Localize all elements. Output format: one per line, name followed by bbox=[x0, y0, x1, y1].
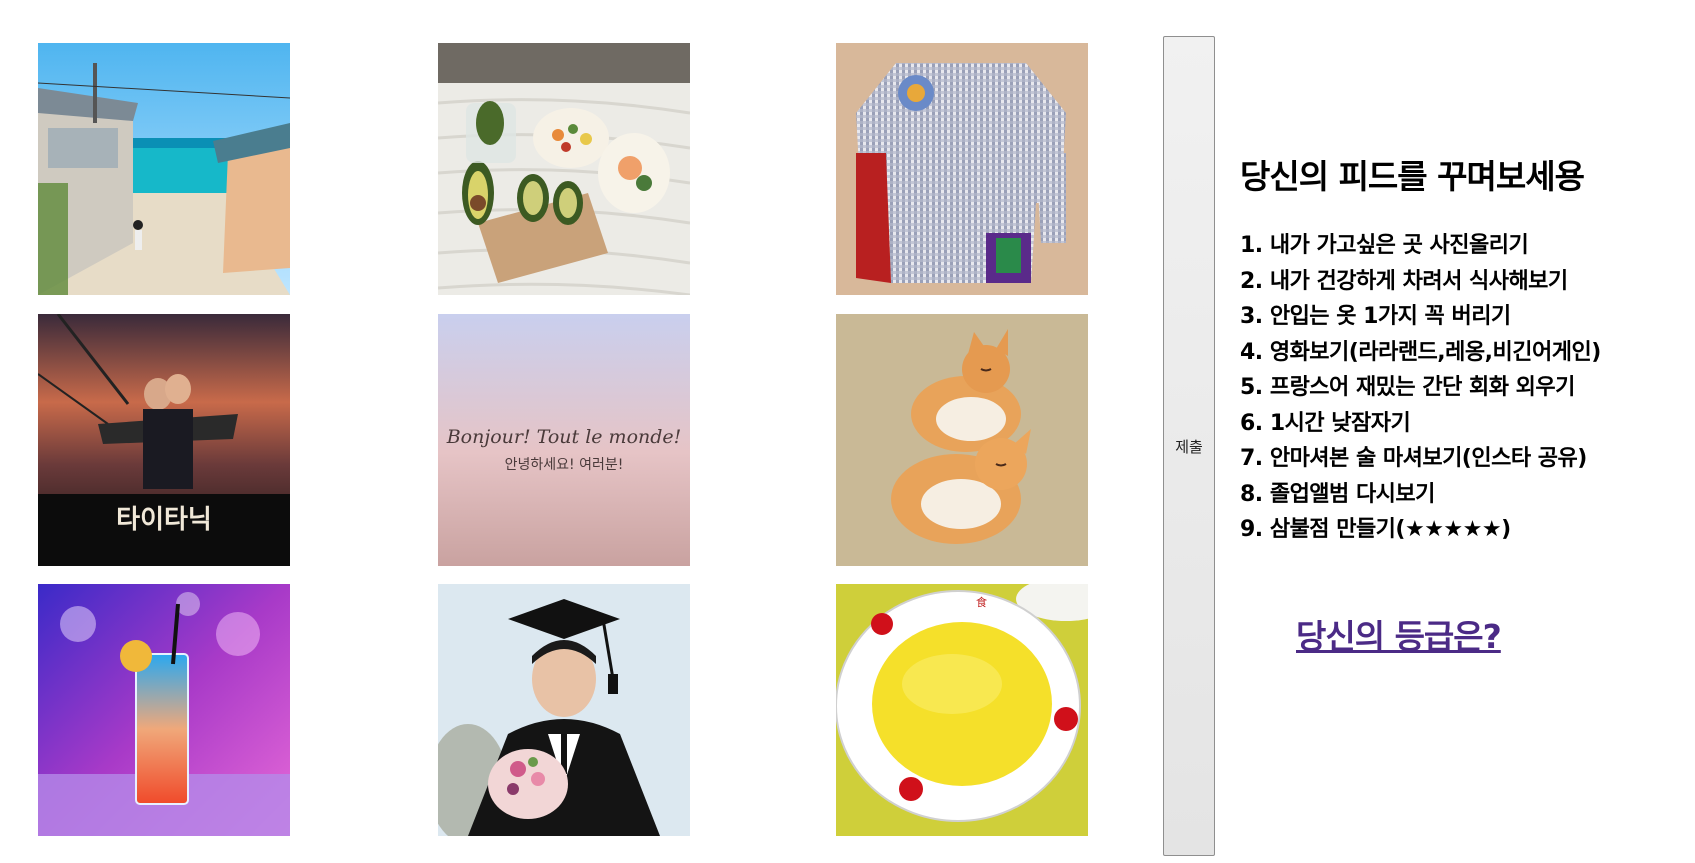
task-item: 4. 영화보기(라라랜드,레옹,비긴어게인) bbox=[1240, 339, 1601, 365]
sleeping-kittens-photo[interactable] bbox=[836, 314, 1088, 566]
beach-village-photo[interactable] bbox=[38, 43, 290, 295]
submit-button[interactable]: 제출 bbox=[1163, 36, 1215, 856]
pastel-greeting-card[interactable]: Bonjour! Tout le monde! 안녕하세요! 여러분! bbox=[438, 314, 690, 566]
titanic-poster-photo[interactable]: 타이타닉 bbox=[38, 314, 290, 566]
svg-text:食: 食 bbox=[976, 595, 987, 609]
poster-title: 타이타닉 bbox=[116, 505, 212, 535]
avocado-meal-photo[interactable] bbox=[438, 43, 690, 295]
checked-shirt-photo[interactable] bbox=[836, 43, 1088, 295]
task-list: 1. 내가 가고싶은 곳 사진올리기 2. 내가 건강하게 차려서 식사해보기 … bbox=[1240, 228, 1680, 548]
yellow-dessert-plate-photo[interactable]: 食 bbox=[836, 584, 1088, 836]
task-item: 5. 프랑스어 재밌는 간단 회화 외우기 bbox=[1240, 375, 1575, 400]
blue-cocktail-image bbox=[38, 584, 290, 836]
yellow-dessert-image: 食 bbox=[836, 584, 1088, 836]
task-item: 6. 1시간 낮잠자기 bbox=[1240, 410, 1411, 436]
task-item: 9. 삼불점 만들기(★★★★★) bbox=[1240, 517, 1511, 542]
greeting-korean-line: 안녕하세요! 여러분! bbox=[504, 457, 624, 473]
photo-gallery: 타이타닉 Bonjour! Tout le monde! 안녕하세요! 여러분! bbox=[38, 43, 1090, 836]
mission-panel: 당신의 피드를 꾸며보세용 1. 내가 가고싶은 곳 사진올리기 2. 내가 건… bbox=[1240, 150, 1680, 548]
checked-shirt-image bbox=[836, 43, 1088, 295]
page-title: 당신의 피드를 꾸며보세용 bbox=[1240, 157, 1585, 196]
grade-link[interactable]: 당신의 등급은? bbox=[1296, 610, 1502, 658]
greeting-french-line: Bonjour! Tout le monde! bbox=[446, 426, 682, 448]
task-item: 3. 안입는 옷 1가지 꼭 버리기 bbox=[1240, 304, 1511, 329]
blue-cocktail-photo[interactable] bbox=[38, 584, 290, 836]
sleeping-kittens-image bbox=[836, 314, 1088, 566]
beach-village-image bbox=[38, 43, 290, 295]
task-item: 7. 안마셔본 술 마셔보기(인스타 공유) bbox=[1240, 446, 1587, 471]
graduate-portrait-photo[interactable] bbox=[438, 584, 690, 836]
task-item: 2. 내가 건강하게 차려서 식사해보기 bbox=[1240, 268, 1568, 294]
avocado-meal-image bbox=[438, 43, 690, 295]
task-item: 8. 졸업앨범 다시보기 bbox=[1240, 481, 1435, 507]
graduate-portrait-image bbox=[438, 584, 690, 836]
task-item: 1. 내가 가고싶은 곳 사진올리기 bbox=[1240, 233, 1529, 258]
